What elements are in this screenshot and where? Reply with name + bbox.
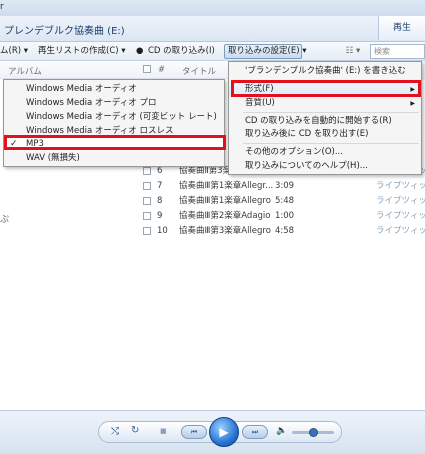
track-checkbox[interactable] — [143, 197, 151, 205]
track-title: 協奏曲Ⅲ第1楽章Allegro — [179, 196, 271, 206]
rip-settings-menu: 'ブランデンブルク協奏曲' (E:) を書き込む 形式(F) ▶ 音質(U) ▶… — [228, 61, 422, 175]
menu-item-auto-start[interactable]: CD の取り込みを自動的に開始する(R) — [229, 115, 421, 128]
title-bar: r — [0, 0, 425, 16]
format-option-wma-vbr[interactable]: Windows Media オーディオ (可変ビット レート) — [4, 111, 224, 124]
track-number: 10 — [157, 226, 168, 236]
search-input[interactable]: 検索 — [370, 44, 425, 59]
window-title: r — [0, 2, 4, 12]
repeat-icon[interactable]: ↻ — [131, 425, 139, 436]
submenu-arrow-icon: ▶ — [410, 86, 415, 93]
next-button[interactable]: ⏭ — [242, 425, 268, 439]
track-checkbox[interactable] — [143, 182, 151, 190]
track-checkbox[interactable] — [143, 227, 151, 235]
table-row[interactable]: 7 協奏曲Ⅲ第1楽章Allegr... 3:09 ライプツィッヒ — [140, 179, 425, 194]
menu-item-more-options[interactable]: その他のオプション(O)... — [229, 146, 421, 159]
track-length: 1:00 — [275, 211, 295, 221]
format-option-wma-pro[interactable]: Windows Media オーディオ プロ — [4, 97, 224, 110]
menu-item-label: 音質(U) — [245, 98, 275, 108]
burn-button[interactable]: ム(R) ▾ — [0, 44, 28, 59]
menu-item-label: 形式(F) — [245, 84, 274, 94]
menu-item-eject-after[interactable]: 取り込み後に CD を取り出す(E) — [229, 128, 421, 141]
track-checkbox[interactable] — [143, 167, 151, 175]
track-length: 3:09 — [275, 181, 295, 191]
format-option-wav[interactable]: WAV (無損失) — [4, 152, 224, 165]
format-option-wma[interactable]: Windows Media オーディオ — [4, 83, 224, 96]
breadcrumb[interactable]: プレンデブルク協奏曲 (E:) — [4, 22, 125, 37]
create-playlist-button[interactable]: 再生リストの作成(C) ▾ — [38, 44, 126, 59]
table-row[interactable]: 9 協奏曲Ⅲ第2楽章Adagio 1:00 ライプツィッヒ — [140, 209, 425, 224]
previous-button[interactable]: ⏮ — [181, 425, 207, 439]
track-number: 9 — [157, 211, 163, 221]
select-all-checkbox[interactable] — [143, 65, 151, 73]
track-title: 協奏曲Ⅲ第2楽章Adagio — [179, 211, 271, 221]
track-checkbox[interactable] — [143, 212, 151, 220]
menu-divider — [243, 143, 419, 144]
tab-play[interactable]: 再生 — [378, 16, 425, 40]
volume-slider-handle[interactable] — [308, 428, 318, 437]
track-title: 協奏曲Ⅲ第3楽章Allegro — [179, 226, 271, 236]
format-option-mp3[interactable]: ✓ MP3 — [4, 138, 224, 151]
track-contributor: ライプツィッヒ — [376, 196, 425, 206]
format-option-label: MP3 — [26, 139, 44, 149]
menu-item-help[interactable]: 取り込みについてのヘルプ(H)... — [229, 160, 421, 173]
submenu-arrow-icon: ▶ — [410, 100, 415, 107]
format-option-wma-lossless[interactable]: Windows Media オーディオ ロスレス — [4, 125, 224, 138]
table-row[interactable]: 10 協奏曲Ⅲ第3楽章Allegro 4:58 ライプツィッヒ — [140, 224, 425, 239]
menu-item-format[interactable]: 形式(F) ▶ — [229, 83, 421, 96]
track-contributor: ライプツィッヒ — [376, 181, 425, 191]
header-bar: プレンデブルク協奏曲 (E:) 再生 — [0, 16, 425, 42]
toolbar: ム(R) ▾ 再生リストの作成(C) ▾ ● CD の取り込み(I) 取り込みの… — [0, 42, 425, 61]
sidebar-fragment: ぷ — [0, 215, 10, 225]
cd-icon: ● — [136, 46, 144, 56]
format-submenu: Windows Media オーディオ Windows Media オーディオ … — [3, 79, 226, 167]
view-options-icon[interactable]: ☷ ▾ — [344, 44, 362, 59]
table-row[interactable]: 8 協奏曲Ⅲ第1楽章Allegro 5:48 ライプツィッヒ — [140, 194, 425, 209]
rip-settings-button[interactable]: 取り込みの設定(E) ▾ — [224, 44, 306, 59]
track-contributor: ライプツィッヒ — [376, 226, 425, 236]
volume-icon[interactable]: 🔈 — [276, 426, 287, 436]
track-number: 8 — [157, 196, 163, 206]
title-column-header[interactable]: タイトル — [182, 65, 216, 77]
checkmark-icon: ✓ — [10, 139, 18, 149]
track-number: 7 — [157, 181, 163, 191]
stop-icon[interactable]: ■ — [160, 427, 167, 435]
rip-cd-button[interactable]: CD の取り込み(I) — [148, 44, 215, 59]
menu-item-quality[interactable]: 音質(U) ▶ — [229, 97, 421, 110]
track-contributor: ライプツィッヒ — [376, 211, 425, 221]
track-title: 協奏曲Ⅲ第1楽章Allegr... — [179, 181, 274, 191]
track-length: 5:48 — [275, 196, 295, 206]
menu-divider — [243, 80, 419, 81]
menu-item-burn[interactable]: 'ブランデンブルク協奏曲' (E:) を書き込む — [229, 65, 421, 78]
play-button[interactable]: ▶ — [209, 417, 239, 447]
number-column-header[interactable]: # — [158, 65, 165, 75]
shuffle-icon[interactable]: ⤭ — [111, 426, 119, 437]
menu-divider — [243, 112, 419, 113]
track-length: 4:58 — [275, 226, 295, 236]
album-column-header[interactable]: アルバム — [8, 65, 42, 77]
